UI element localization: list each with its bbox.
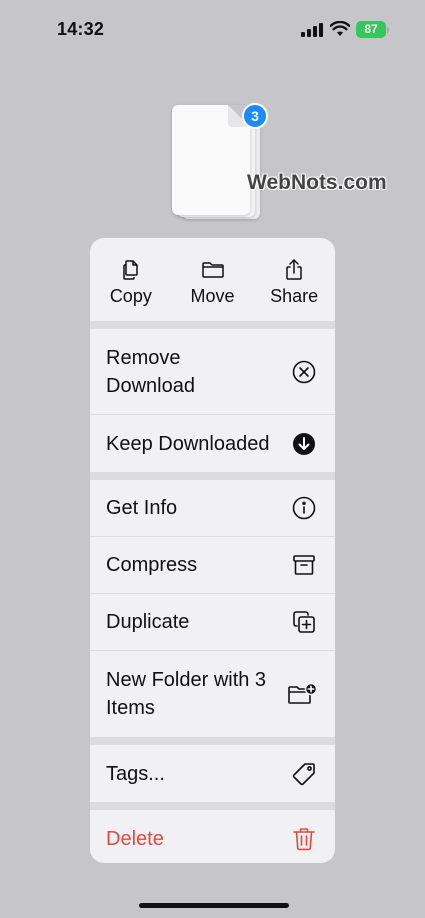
group-separator [90,472,335,480]
watermark-logo: WebNots.com [247,171,387,194]
x-circle-icon [292,360,316,383]
screen: 14:32 87 3 WebNots.com Copy Move Share R… [0,0,425,918]
remove-download-label: Remove Download [106,346,195,397]
quick-actions-row: Copy Move Share [90,238,335,321]
battery-icon: 87 [356,21,386,38]
share-icon [286,259,302,280]
tags-label: Tags... [106,762,165,785]
document-icon [172,105,250,215]
trash-icon [293,827,315,850]
share-button[interactable]: Share [253,238,335,321]
tag-icon [292,762,315,785]
group-separator [90,737,335,745]
home-indicator[interactable] [139,903,289,908]
share-label: Share [270,286,319,306]
delete-item[interactable]: Delete [90,810,335,863]
battery-level: 87 [364,22,378,36]
keep-downloaded-label: Keep Downloaded [106,432,270,455]
duplicate-item[interactable]: Duplicate [90,594,335,651]
move-label: Move [190,286,235,306]
signal-icon [301,23,323,37]
duplicate-label: Duplicate [106,611,190,633]
wifi-icon [330,21,350,36]
archive-box-icon [293,555,315,575]
compress-label: Compress [106,554,198,576]
item-count-badge: 3 [242,103,268,129]
keep-downloaded-item[interactable]: Keep Downloaded [90,415,335,472]
download-circle-icon [293,432,315,455]
group-separator [90,802,335,810]
info-icon [292,496,316,520]
folder-plus-icon [288,682,317,704]
new-folder-item[interactable]: New Folder with 3 Items [90,651,335,737]
new-folder-label: New Folder with 3 Items [106,669,267,719]
move-button[interactable]: Move [172,238,254,321]
status-bar: 14:32 87 [0,0,425,60]
folder-icon [201,262,224,278]
copy-button[interactable]: Copy [90,238,172,321]
compress-item[interactable]: Compress [90,537,335,594]
copy-icon [123,260,138,280]
group-separator [90,321,335,329]
status-time: 14:32 [57,19,105,39]
tags-item[interactable]: Tags... [90,745,335,802]
remove-download-item[interactable]: Remove Download [90,329,335,415]
get-info-item[interactable]: Get Info [90,480,335,537]
delete-label: Delete [106,827,164,850]
file-stack-preview: 3 [170,103,268,221]
get-info-label: Get Info [106,497,178,519]
duplicate-icon [293,611,315,633]
copy-label: Copy [109,286,152,306]
context-menu: Copy Move Share Remove Download Keep Dow… [90,238,335,863]
battery-nub [387,27,389,33]
